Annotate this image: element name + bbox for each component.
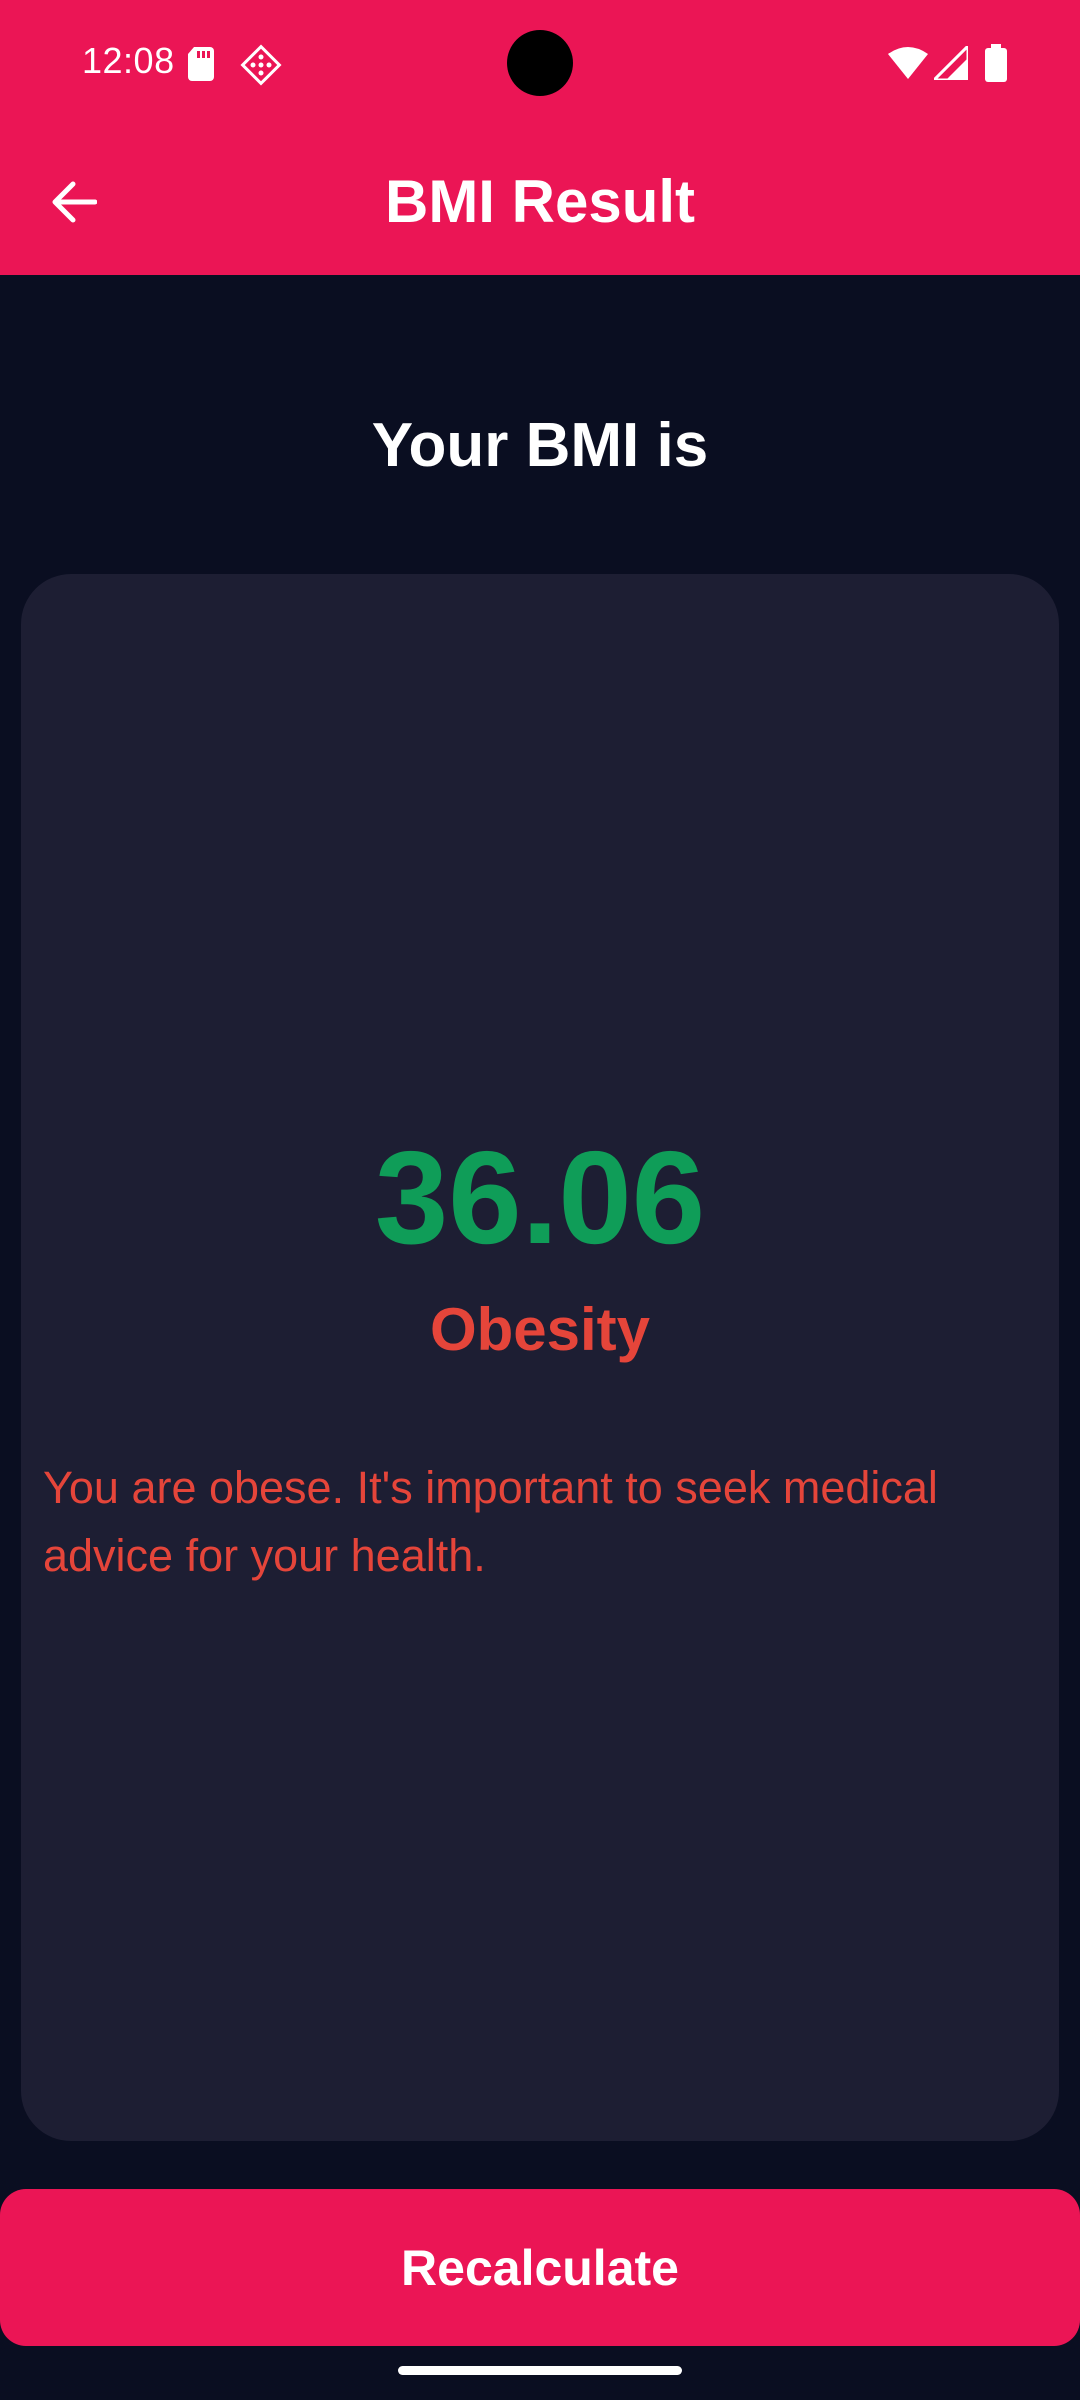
cellular-signal-icon (934, 46, 968, 80)
home-indicator[interactable] (398, 2366, 682, 2375)
bmi-value: 36.06 (374, 1124, 706, 1271)
page-title: BMI Result (384, 168, 696, 235)
camera-cutout (507, 30, 573, 96)
top-bar: 12:08 BMI Result (0, 0, 1080, 275)
bmi-category: Obesity (429, 1296, 651, 1363)
recalculate-button[interactable]: Recalculate (0, 2189, 1080, 2346)
result-heading: Your BMI is (371, 411, 709, 480)
bmi-advice: You are obese. It's important to seek me… (43, 1462, 938, 1581)
status-time: 12:08 (82, 40, 175, 81)
recalculate-label: Recalculate (401, 2239, 679, 2296)
sd-card-icon (188, 47, 214, 81)
status-bar: 12:08 (0, 0, 1080, 128)
wifi-icon (888, 47, 928, 79)
arrow-back-icon (52, 181, 97, 223)
back-button[interactable] (30, 162, 116, 242)
result-card: 36.06 Obesity You are obese. It's import… (21, 574, 1059, 2141)
diamond-pattern-icon (240, 44, 282, 86)
bmi-result-screen: 12:08 BMI Result Your BMI is 36.06 Obesi… (0, 0, 1080, 2400)
battery-icon (985, 44, 1007, 82)
app-bar: BMI Result (0, 128, 1080, 275)
